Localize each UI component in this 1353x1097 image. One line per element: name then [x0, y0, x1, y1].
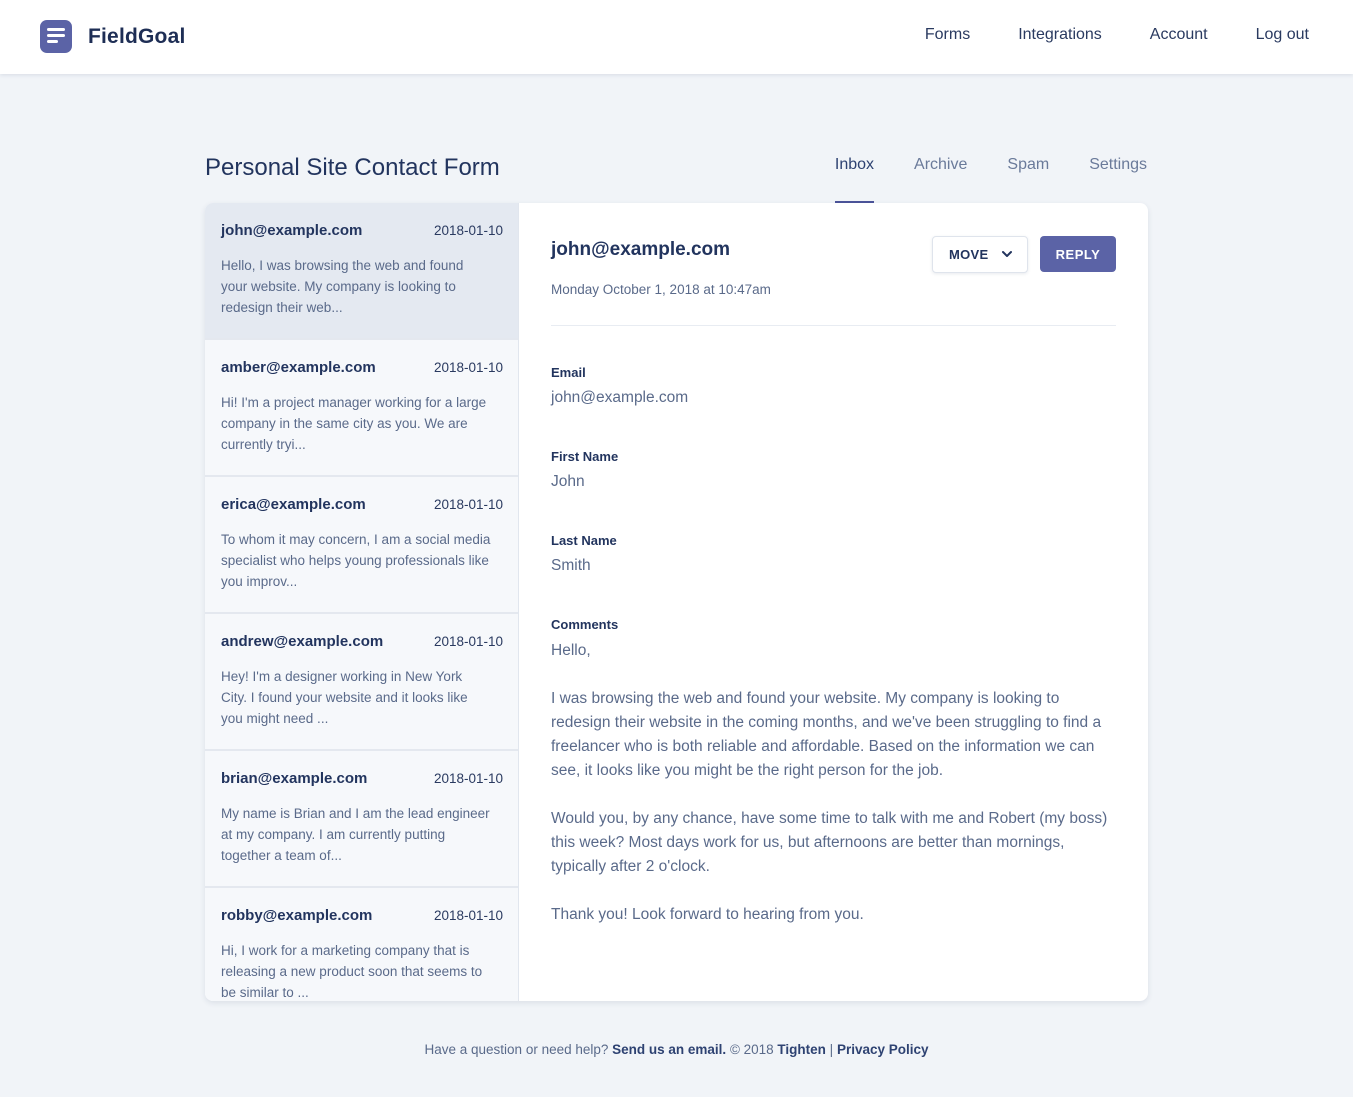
main-nav: Forms Integrations Account Log out — [877, 26, 1309, 44]
footer-copyright: © 2018 — [726, 1042, 778, 1057]
submission-preview: My name is Brian and I am the lead engin… — [221, 806, 490, 863]
submission-email: john@example.com — [221, 222, 363, 239]
field-label: Email — [551, 365, 586, 380]
brand-name: FieldGoal — [88, 24, 186, 48]
footer-separator: | — [825, 1042, 837, 1057]
comment-paragraph: I was browsing the web and found your we… — [551, 690, 1102, 779]
submission-preview: Hey! I'm a designer working in New York … — [221, 669, 468, 726]
tab-spam[interactable]: Spam — [1007, 156, 1049, 202]
submission-email: erica@example.com — [221, 496, 366, 513]
submission-date: 2018-01-10 — [433, 771, 503, 786]
submission-date: 2018-01-10 — [433, 497, 503, 512]
field-label: Comments — [551, 617, 619, 632]
submission-preview: To whom it may concern, I am a social me… — [221, 532, 491, 589]
submission-email: amber@example.com — [221, 359, 376, 376]
comment-paragraph: Thank you! Look forward to hearing from … — [551, 906, 864, 923]
comment-paragraph: Hello, — [551, 642, 591, 659]
page-footer: Have a question or need help? Send us an… — [0, 1042, 1353, 1057]
nav-integrations[interactable]: Integrations — [1018, 26, 1102, 44]
detail-email: john@example.com — [551, 239, 731, 260]
submission-list[interactable]: john@example.com 2018-01-10 Hello, I was… — [205, 203, 519, 1001]
field-value: Smith — [551, 557, 591, 574]
form-tabs: Inbox Archive Spam Settings — [795, 156, 1147, 203]
page-title: Personal Site Contact Form — [205, 154, 500, 181]
submission-email: robby@example.com — [221, 907, 373, 924]
brand-logo[interactable]: FieldGoal — [40, 20, 185, 53]
nav-log-out[interactable]: Log out — [1256, 26, 1309, 44]
field-label: First Name — [551, 449, 619, 464]
detail-received-date: Monday October 1, 2018 at 10:47am — [551, 282, 771, 297]
list-item[interactable]: erica@example.com 2018-01-10 To whom it … — [205, 477, 518, 614]
move-button[interactable]: MOVE — [932, 236, 1028, 273]
list-item[interactable]: john@example.com 2018-01-10 Hello, I was… — [205, 203, 518, 340]
tab-inbox[interactable]: Inbox — [834, 156, 875, 203]
nav-forms[interactable]: Forms — [925, 26, 970, 44]
tab-archive[interactable]: Archive — [914, 156, 967, 202]
submission-date: 2018-01-10 — [433, 634, 503, 649]
submission-date: 2018-01-10 — [433, 908, 503, 923]
submission-email: brian@example.com — [221, 770, 368, 787]
footer-company-link[interactable]: Tighten — [777, 1042, 826, 1057]
submission-date: 2018-01-10 — [433, 223, 503, 238]
tab-settings[interactable]: Settings — [1089, 156, 1147, 202]
detail-divider — [551, 325, 1116, 326]
list-item[interactable]: robby@example.com 2018-01-10 Hi, I work … — [205, 888, 518, 1001]
nav-account[interactable]: Account — [1150, 26, 1208, 44]
field-comments: Comments Hello, I was browsing the web a… — [551, 617, 1116, 927]
field-label: Last Name — [551, 533, 617, 548]
field-value: John — [551, 473, 585, 490]
submission-preview: Hello, I was browsing the web and found … — [221, 258, 464, 315]
fieldgoal-logo-icon — [40, 20, 72, 53]
footer-email-link[interactable]: Send us an email. — [612, 1042, 726, 1057]
comment-paragraph: Would you, by any chance, have some time… — [551, 810, 1108, 875]
chevron-down-icon — [1001, 247, 1013, 266]
reply-button[interactable]: REPLY — [1040, 236, 1116, 272]
footer-question: Have a question or need help? — [424, 1042, 613, 1057]
list-item[interactable]: andrew@example.com 2018-01-10 Hey! I'm a… — [205, 614, 518, 751]
field-value: john@example.com — [551, 389, 689, 406]
footer-privacy-link[interactable]: Privacy Policy — [837, 1042, 929, 1057]
field-email: Email john@example.com — [551, 365, 688, 407]
field-first-name: First Name John — [551, 449, 618, 491]
submission-detail: john@example.com Monday October 1, 2018 … — [551, 203, 1116, 1001]
submission-email: andrew@example.com — [221, 633, 384, 650]
submissions-card: john@example.com 2018-01-10 Hello, I was… — [205, 203, 1148, 1001]
field-last-name: Last Name Smith — [551, 533, 617, 575]
list-item[interactable]: brian@example.com 2018-01-10 My name is … — [205, 751, 518, 888]
top-bar: FieldGoal Forms Integrations Account Log… — [0, 0, 1353, 74]
submission-preview: Hi! I'm a project manager working for a … — [221, 395, 487, 452]
list-item[interactable]: amber@example.com 2018-01-10 Hi! I'm a p… — [205, 340, 518, 477]
move-button-label: MOVE — [949, 247, 989, 262]
submission-preview: Hi, I work for a marketing company that … — [221, 943, 483, 1000]
submission-date: 2018-01-10 — [433, 360, 503, 375]
